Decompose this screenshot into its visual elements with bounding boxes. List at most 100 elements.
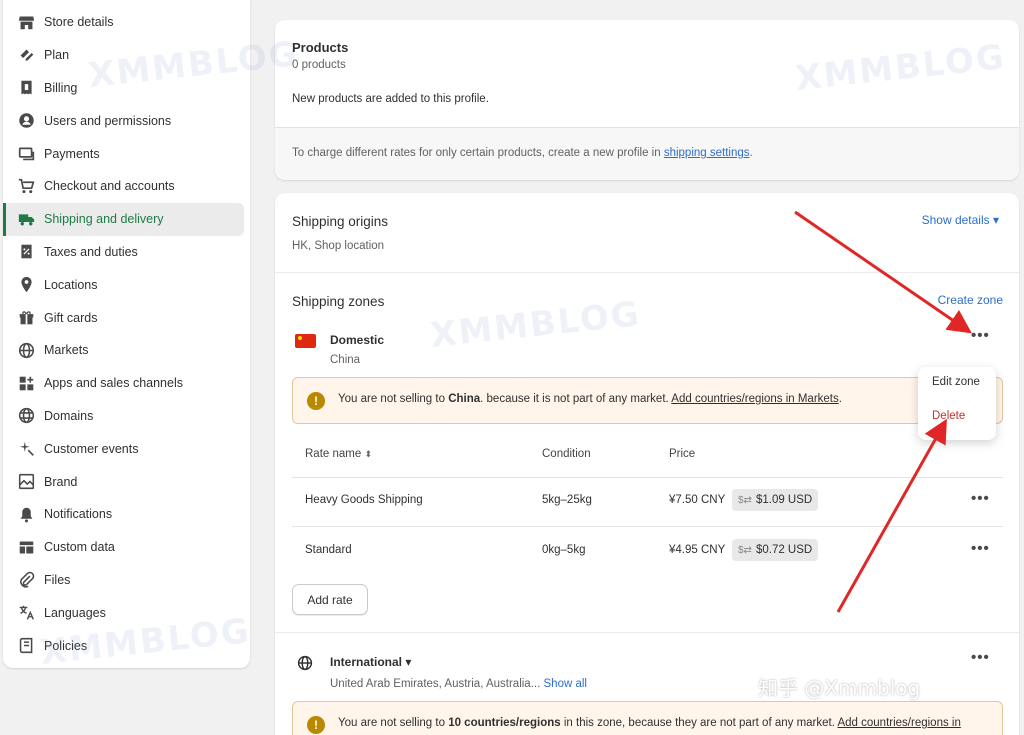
settings-sidebar: Store details Plan Billing Users and per… — [3, 0, 250, 668]
sidebar-item-label: Brand — [44, 474, 78, 489]
sidebar-item-label: Locations — [44, 277, 98, 292]
tax-icon — [17, 243, 35, 261]
currency-convert-icon: $⇄ — [738, 494, 752, 506]
delete-zone-menu-item[interactable]: Delete — [932, 410, 965, 422]
sidebar-item-brand[interactable]: Brand — [3, 465, 244, 498]
sidebar-item-policies[interactable]: Policies — [3, 629, 244, 662]
divider — [275, 272, 1019, 273]
show-details-button[interactable]: Show details ▾ — [922, 213, 999, 227]
sidebar-item-taxes[interactable]: Taxes and duties — [3, 236, 244, 269]
rate-more-button[interactable]: ••• — [971, 490, 990, 507]
international-zone-name[interactable]: International ▾ — [330, 655, 411, 669]
sidebar-item-notifications[interactable]: Notifications — [3, 498, 244, 531]
products-count: 0 products — [292, 59, 346, 71]
products-footer-text: To charge different rates for only certa… — [292, 147, 753, 159]
add-countries-link[interactable]: Add countries/regions in — [837, 717, 960, 729]
globe-icon — [17, 341, 35, 359]
sidebar-item-plan[interactable]: Plan — [3, 39, 244, 72]
warning-icon: ! — [307, 392, 325, 410]
rate-condition: 5kg–25kg — [542, 494, 592, 506]
sidebar-item-label: Custom data — [44, 540, 115, 555]
warning-text-pre: You are not selling to — [338, 717, 449, 729]
rate-name: Standard — [305, 544, 352, 556]
products-note: New products are added to this profile. — [292, 93, 489, 105]
col-rate-name[interactable]: Rate name ⬍ — [305, 448, 372, 460]
edit-zone-menu-item[interactable]: Edit zone — [932, 376, 980, 388]
receipt-icon — [17, 79, 35, 97]
divider — [292, 477, 1003, 478]
divider — [275, 127, 1019, 128]
sidebar-item-shipping[interactable]: Shipping and delivery — [3, 202, 244, 236]
international-country-list: United Arab Emirates, Austria, Australia… — [330, 678, 544, 690]
sparkle-icon — [17, 440, 35, 458]
rate-more-button[interactable]: ••• — [971, 540, 990, 557]
sidebar-item-label: Languages — [44, 605, 106, 620]
sidebar-item-label: Users and permissions — [44, 113, 172, 128]
domestic-warning-banner: ! You are not selling to China. because … — [292, 377, 1003, 424]
sidebar-item-store-details[interactable]: Store details — [3, 6, 244, 39]
products-title: Products — [292, 40, 349, 55]
warning-text-end: . — [838, 393, 842, 405]
warning-text: You are not selling to 10 countries/regi… — [338, 717, 961, 729]
international-zone-more-button[interactable]: ••• — [971, 649, 990, 666]
rate-price-cny: ¥7.50 CNY — [669, 494, 726, 506]
sidebar-item-users[interactable]: Users and permissions — [3, 104, 244, 137]
sidebar-item-label: Shipping and delivery — [44, 212, 164, 227]
rate-price-usd-value: $1.09 USD — [755, 494, 813, 506]
user-icon — [17, 112, 35, 130]
col-price: Price — [669, 448, 696, 460]
sidebar-item-label: Store details — [44, 15, 114, 30]
warning-icon: ! — [307, 716, 325, 734]
footer-end: . — [749, 147, 753, 159]
sidebar-item-billing[interactable]: Billing — [3, 72, 244, 105]
apps-icon — [17, 374, 35, 392]
warning-text-mid: . because it is not part of any market. — [480, 393, 672, 405]
sidebar-item-gift-cards[interactable]: Gift cards — [3, 301, 244, 334]
brand-icon — [17, 473, 35, 491]
sidebar-item-label: Taxes and duties — [44, 244, 138, 259]
sidebar-item-languages[interactable]: Languages — [3, 596, 244, 629]
shipping-origins-location: HK, Shop location — [292, 240, 385, 252]
sidebar-item-customer-events[interactable]: Customer events — [3, 432, 244, 465]
sidebar-item-label: Apps and sales channels — [44, 376, 183, 391]
sidebar-item-label: Markets — [44, 343, 89, 358]
add-countries-markets-link[interactable]: Add countries/regions in Markets — [671, 393, 838, 405]
shipping-settings-link[interactable]: shipping settings — [664, 147, 750, 159]
china-flag-icon — [295, 334, 316, 348]
sidebar-item-custom-data[interactable]: Custom data — [3, 531, 244, 564]
translate-icon — [17, 604, 35, 622]
sidebar-item-payments[interactable]: Payments — [3, 137, 244, 170]
sidebar-item-markets[interactable]: Markets — [3, 334, 244, 367]
divider — [292, 526, 1003, 527]
sidebar-item-apps[interactable]: Apps and sales channels — [3, 367, 244, 400]
international-warning-banner: ! You are not selling to 10 countries/re… — [292, 701, 1003, 735]
rate-price-usd: $⇄ $0.72 USD — [732, 539, 819, 561]
sidebar-item-locations[interactable]: Locations — [3, 268, 244, 301]
sidebar-item-label: Files — [44, 572, 71, 587]
store-icon — [17, 13, 35, 31]
sidebar-item-domains[interactable]: Domains — [3, 400, 244, 433]
zhihu-watermark: 知乎 @Xmmblog — [758, 676, 921, 700]
plan-icon — [17, 46, 35, 64]
international-zone-countries: United Arab Emirates, Austria, Australia… — [330, 678, 587, 690]
create-zone-button[interactable]: Create zone — [938, 293, 1003, 307]
col-rate-name-label: Rate name — [305, 448, 362, 460]
sidebar-item-files[interactable]: Files — [3, 564, 244, 597]
bell-icon — [17, 505, 35, 523]
show-all-link[interactable]: Show all — [544, 678, 587, 690]
sidebar-item-checkout[interactable]: Checkout and accounts — [3, 170, 244, 203]
truck-icon — [17, 210, 35, 228]
domestic-zone-more-button[interactable]: ••• — [971, 327, 990, 344]
sidebar-item-label: Payments — [44, 146, 100, 161]
rate-price-usd: $⇄ $1.09 USD — [732, 489, 819, 511]
sidebar-item-label: Customer events — [44, 441, 139, 456]
sidebar-item-label: Billing — [44, 80, 78, 95]
warning-text-bold: China — [448, 393, 481, 405]
warning-text: You are not selling to China. because it… — [338, 393, 842, 405]
domain-globe-icon — [17, 407, 35, 425]
add-rate-button[interactable]: Add rate — [292, 584, 368, 615]
database-icon — [17, 538, 35, 556]
sidebar-item-label: Gift cards — [44, 310, 98, 325]
shipping-zones-title: Shipping zones — [292, 294, 385, 309]
globe-icon — [297, 655, 313, 671]
